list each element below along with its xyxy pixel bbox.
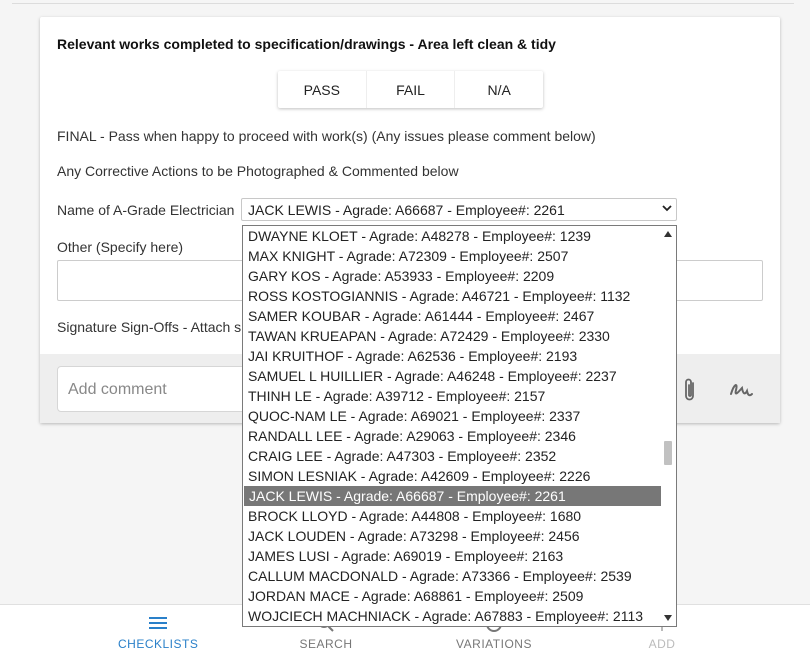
- list-icon: [118, 615, 198, 633]
- dropdown-option[interactable]: JAI KRUITHOF - Agrade: A62536 - Employee…: [243, 346, 663, 366]
- nav-add-label: ADD: [648, 637, 676, 648]
- dropdown-option[interactable]: WOJCIECH MACHNIACK - Agrade: A67883 - Em…: [243, 606, 663, 626]
- fail-button[interactable]: FAIL: [365, 71, 455, 108]
- chevron-down-icon: [662, 202, 672, 216]
- dropdown-options: DWAYNE KLOET - Agrade: A48278 - Employee…: [243, 226, 663, 626]
- previous-card-edge: [12, 0, 794, 4]
- other-label: Other (Specify here): [57, 239, 184, 255]
- na-button[interactable]: N/A: [454, 71, 543, 108]
- nav-checklists-label: CHECKLISTS: [118, 637, 199, 648]
- nav-search-label: SEARCH: [299, 637, 353, 648]
- electrician-select[interactable]: JACK LEWIS - Agrade: A66687 - Employee#:…: [241, 198, 677, 221]
- dropdown-option[interactable]: JACK LOUDEN - Agrade: A73298 - Employee#…: [243, 526, 663, 546]
- dropdown-option[interactable]: RANDALL LEE - Agrade: A29063 - Employee#…: [243, 426, 663, 446]
- dropdown-option[interactable]: SAMUEL L HUILLIER - Agrade: A46248 - Emp…: [243, 366, 663, 386]
- dropdown-option[interactable]: TAWAN KRUEAPAN - Agrade: A72429 - Employ…: [243, 326, 663, 346]
- electrician-label: Name of A-Grade Electrician: [57, 202, 235, 218]
- pass-button[interactable]: PASS: [278, 71, 366, 108]
- dropdown-option[interactable]: THINH LE - Agrade: A39712 - Employee#: 2…: [243, 386, 663, 406]
- signature-icon[interactable]: [728, 378, 754, 404]
- dropdown-option[interactable]: GARY KOS - Agrade: A53933 - Employee#: 2…: [243, 266, 663, 286]
- dropdown-option[interactable]: SIMON LESNIAK - Agrade: A42609 - Employe…: [243, 466, 663, 486]
- dropdown-option[interactable]: SAMER KOUBAR - Agrade: A61444 - Employee…: [243, 306, 663, 326]
- dropdown-option[interactable]: CRAIG LEE - Agrade: A47303 - Employee#: …: [243, 446, 663, 466]
- nav-checklists[interactable]: CHECKLISTS: [118, 605, 198, 648]
- paperclip-icon[interactable]: [680, 376, 700, 404]
- dropdown-scrollbar[interactable]: [661, 226, 676, 626]
- dropdown-option[interactable]: DWAYNE KLOET - Agrade: A48278 - Employee…: [243, 226, 663, 246]
- dropdown-option[interactable]: JACK LEWIS - Agrade: A66687 - Employee#:…: [244, 486, 663, 506]
- comment-input[interactable]: Add comment: [57, 366, 247, 412]
- dropdown-option[interactable]: BROCK LLOYD - Agrade: A44808 - Employee#…: [243, 506, 663, 526]
- scroll-down-arrow-icon[interactable]: [664, 615, 672, 621]
- dropdown-option[interactable]: QUOC-NAM LE - Agrade: A69021 - Employee#…: [243, 406, 663, 426]
- pass-fail-toggle: PASS FAIL N/A: [278, 71, 543, 108]
- corrective-instruction: Any Corrective Actions to be Photographe…: [57, 163, 459, 179]
- dropdown-option[interactable]: JORDAN MACE - Agrade: A68861 - Employee#…: [243, 586, 663, 606]
- nav-variations-label: VARIATIONS: [456, 637, 532, 648]
- dropdown-option[interactable]: JAMES LUSI - Agrade: A69019 - Employee#:…: [243, 546, 663, 566]
- electrician-dropdown-list: DWAYNE KLOET - Agrade: A48278 - Employee…: [242, 225, 677, 627]
- dropdown-option[interactable]: CALLUM MACDONALD - Agrade: A73366 - Empl…: [243, 566, 663, 586]
- scroll-up-arrow-icon[interactable]: [664, 231, 672, 237]
- final-instruction: FINAL - Pass when happy to proceed with …: [57, 128, 596, 144]
- electrician-select-value: JACK LEWIS - Agrade: A66687 - Employee#:…: [248, 202, 565, 218]
- question-title: Relevant works completed to specificatio…: [57, 36, 556, 52]
- scrollbar-thumb[interactable]: [664, 441, 672, 465]
- signature-label: Signature Sign-Offs - Attach s: [57, 319, 242, 335]
- dropdown-option[interactable]: MAX KNIGHT - Agrade: A72309 - Employee#:…: [243, 246, 663, 266]
- dropdown-option[interactable]: ROSS KOSTOGIANNIS - Agrade: A46721 - Emp…: [243, 286, 663, 306]
